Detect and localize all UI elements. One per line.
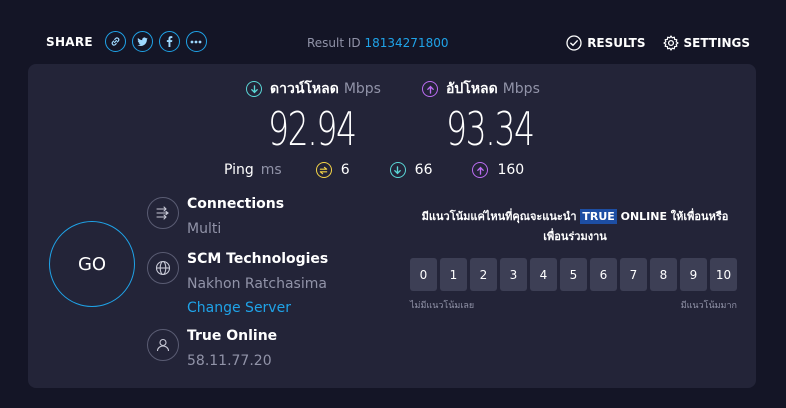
connections-value: Multi — [187, 221, 222, 237]
download-speed: ดาวน์โหลด Mbps 92.94 — [246, 78, 390, 154]
rating-button-0[interactable]: 0 — [410, 258, 437, 291]
survey-question-part1: มีแนวโน้มแค่ไหนที่คุณจะแนะนำ — [421, 210, 581, 223]
results-label: RESULTS — [587, 36, 646, 50]
upload-arrow-icon — [422, 81, 438, 97]
download-arrow-icon — [246, 81, 262, 97]
ping-label: Ping — [224, 162, 254, 178]
server-name: SCM Technologies — [187, 251, 329, 267]
upload-value: 93.34 — [446, 102, 535, 156]
download-unit: Mbps — [343, 81, 381, 97]
ping-idle-value: 6 — [340, 162, 350, 178]
more-options-icon[interactable] — [185, 31, 207, 52]
share-group: SHARE — [46, 31, 207, 52]
results-button[interactable]: RESULTS — [566, 35, 646, 51]
ping-row: Ping ms 6 66 160 — [224, 162, 564, 178]
scale-low-label: ไม่มีแนวโน้มเลย — [410, 301, 475, 311]
top-nav: RESULTS SETTINGS — [549, 35, 750, 51]
survey-question-line2: เพื่อนร่วมงาน — [543, 230, 607, 243]
nps-survey: มีแนวโน้มแค่ไหนที่คุณจะแนะนำ TRUE ONLINE… — [410, 207, 740, 311]
upload-unit: Mbps — [502, 81, 540, 97]
link-icon[interactable] — [104, 31, 126, 52]
result-id: Result ID 18134271800 — [307, 36, 448, 50]
share-label: SHARE — [46, 34, 93, 49]
ping-download: 66 — [389, 162, 433, 178]
facebook-icon[interactable] — [158, 31, 180, 52]
ping-unit: ms — [260, 162, 282, 178]
rating-button-6[interactable]: 6 — [590, 258, 617, 291]
check-circle-icon — [566, 35, 582, 51]
connections-title: Connections — [187, 196, 285, 212]
ping-idle: 6 — [315, 162, 350, 178]
twitter-icon[interactable] — [131, 31, 153, 52]
ping-upload-value: 160 — [497, 162, 525, 178]
isp-name: True Online — [187, 328, 278, 344]
rating-button-7[interactable]: 7 — [620, 258, 647, 291]
connections-icon — [147, 197, 179, 229]
scale-high-label: มีแนวโน้มมาก — [680, 301, 737, 311]
result-id-link[interactable]: 18134271800 — [365, 36, 449, 50]
upload-speed: อัปโหลด Mbps 93.34 — [422, 78, 568, 154]
upload-arrow-icon — [472, 162, 489, 178]
rating-button-8[interactable]: 8 — [650, 258, 677, 291]
gear-icon — [662, 35, 679, 51]
isp-ip: 58.11.77.20 — [187, 353, 272, 369]
globe-icon — [147, 252, 179, 284]
user-icon — [147, 329, 179, 361]
change-server-link[interactable]: Change Server — [187, 300, 291, 316]
rating-scale: 0 1 2 3 4 5 6 7 8 9 10 — [410, 258, 740, 291]
result-id-label: Result ID — [307, 36, 361, 50]
rating-button-1[interactable]: 1 — [440, 258, 467, 291]
rating-button-3[interactable]: 3 — [500, 258, 527, 291]
upload-label: อัปโหลด — [446, 81, 498, 97]
survey-question-part2: ONLINE ให้เพื่อนหรือ — [616, 210, 729, 223]
results-panel: ดาวน์โหลด Mbps 92.94 อัปโหลด Mbps 93.34 … — [28, 64, 756, 388]
ping-download-value: 66 — [414, 162, 433, 178]
settings-button[interactable]: SETTINGS — [662, 35, 751, 51]
download-label: ดาวน์โหลด — [270, 81, 339, 97]
rating-button-9[interactable]: 9 — [680, 258, 707, 291]
server-location: Nakhon Ratchasima — [187, 276, 327, 292]
top-bar: SHARE Result ID 18134271800 RESULTS SETT… — [0, 0, 786, 64]
survey-question-highlight: TRUE — [580, 209, 617, 224]
go-button[interactable]: GO — [49, 221, 135, 307]
settings-label: SETTINGS — [683, 36, 751, 50]
survey-question: มีแนวโน้มแค่ไหนที่คุณจะแนะนำ TRUE ONLINE… — [410, 207, 740, 247]
rating-button-10[interactable]: 10 — [710, 258, 737, 291]
rating-button-4[interactable]: 4 — [530, 258, 557, 291]
download-value: 92.94 — [268, 102, 357, 156]
ping-upload: 160 — [472, 162, 524, 178]
rating-button-5[interactable]: 5 — [560, 258, 587, 291]
rating-button-2[interactable]: 2 — [470, 258, 497, 291]
download-arrow-icon — [389, 162, 406, 178]
lightning-icon — [315, 162, 332, 178]
